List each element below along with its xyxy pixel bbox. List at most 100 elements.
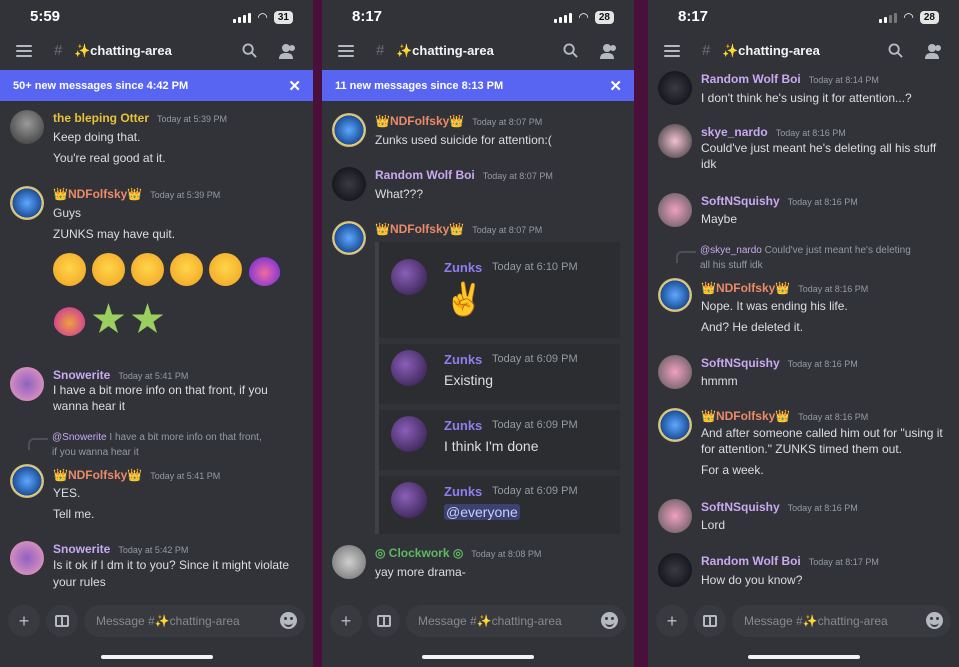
avatar[interactable] (10, 464, 44, 498)
message-composer: + Message #✨chatting-area (322, 605, 634, 639)
reply-connector (676, 251, 696, 263)
username[interactable]: Random Wolf Boi (701, 72, 801, 86)
message-input[interactable]: Message #✨chatting-area (406, 605, 626, 637)
avatar[interactable] (658, 124, 692, 158)
gift-button[interactable] (694, 605, 726, 637)
search-icon[interactable] (888, 43, 903, 58)
username[interactable]: 👑NDFolfsky👑 (53, 468, 142, 482)
close-icon[interactable]: ✕ (288, 77, 301, 95)
avatar[interactable] (658, 193, 692, 227)
star-emoji (131, 303, 164, 334)
timestamp: Today at 8:07 PM (472, 225, 543, 235)
avatar[interactable] (391, 259, 427, 295)
username[interactable]: Snowerite (53, 368, 110, 382)
username[interactable]: 👑NDFolfsky👑 (375, 222, 464, 236)
channel-header: # ✨chatting-area (0, 36, 313, 68)
username[interactable]: Snowerite (53, 542, 110, 556)
confetti-ball-emoji (53, 303, 86, 336)
username[interactable]: skye_nardo (701, 125, 768, 139)
avatar[interactable] (391, 482, 427, 518)
home-indicator[interactable] (747, 655, 860, 659)
avatar[interactable] (10, 541, 44, 575)
home-indicator[interactable] (422, 655, 534, 659)
username[interactable]: Zunks (444, 260, 482, 275)
avatar[interactable] (658, 499, 692, 533)
emoji-picker-icon[interactable] (926, 612, 943, 629)
reply-username[interactable]: @Snowerite (52, 432, 107, 443)
add-button[interactable]: + (656, 605, 688, 637)
reply-connector (28, 438, 48, 450)
avatar[interactable] (332, 545, 366, 579)
victory-hand-emoji: ✌️ (444, 281, 484, 317)
username[interactable]: SoftNSquishy (701, 194, 780, 208)
username[interactable]: Random Wolf Boi (375, 168, 475, 182)
search-icon[interactable] (242, 43, 257, 58)
avatar[interactable] (10, 367, 44, 401)
reply-preview[interactable]: @skye_nardo Could've just meant he's del… (700, 244, 951, 258)
avatar[interactable] (332, 113, 366, 147)
avatar[interactable] (658, 71, 692, 105)
message-text: for attention." ZUNKS timed them out. (701, 442, 903, 456)
emoji-picker-icon[interactable] (280, 612, 297, 629)
username[interactable]: ◎ Clockwork ◎ (375, 546, 463, 560)
members-icon[interactable] (600, 43, 618, 59)
avatar[interactable] (658, 355, 692, 389)
search-icon[interactable] (563, 43, 578, 58)
avatar[interactable] (658, 408, 692, 442)
members-icon[interactable] (279, 43, 297, 59)
username[interactable]: Zunks (444, 352, 482, 367)
forwarded-message: Zunks Today at 6:09 PM @everyone (379, 470, 620, 532)
avatar[interactable] (391, 416, 427, 452)
channel-hash-icon: # (54, 42, 63, 59)
channel-header: # ✨chatting-area (648, 36, 959, 68)
username[interactable]: Zunks (444, 418, 482, 433)
message-text: yay more drama- (375, 565, 466, 579)
avatar[interactable] (10, 186, 44, 220)
username[interactable]: 👑NDFolfsky👑 (375, 114, 464, 128)
status-bar: 5:59 ◠ 31 (0, 0, 313, 36)
username[interactable]: the bleping Otter (53, 111, 149, 125)
reply-username[interactable]: @skye_nardo (700, 245, 762, 256)
reply-preview[interactable]: @Snowerite I have a bit more info on tha… (52, 431, 305, 445)
phone-screen-2: 8:17 ◠ 28 # ✨chatting-area 11 new messag… (322, 0, 634, 667)
avatar[interactable] (10, 110, 44, 144)
confetti-ball-emoji (248, 253, 281, 286)
new-messages-banner[interactable]: 50+ new messages since 4:42 PM ✕ (0, 70, 313, 101)
username[interactable]: SoftNSquishy (701, 356, 780, 370)
avatar[interactable] (332, 167, 366, 201)
members-icon[interactable] (925, 43, 943, 59)
avatar[interactable] (391, 350, 427, 386)
gift-button[interactable] (46, 605, 78, 637)
message-input[interactable]: Message #✨chatting-area (732, 605, 951, 637)
avatar[interactable] (658, 553, 692, 587)
everyone-mention[interactable]: @everyone (444, 504, 520, 520)
menu-icon[interactable] (338, 45, 354, 57)
username[interactable]: 👑NDFolfsky👑 (701, 281, 790, 295)
gift-button[interactable] (368, 605, 400, 637)
message-input[interactable]: Message #✨chatting-area (84, 605, 305, 637)
battery-icon: 31 (273, 10, 293, 24)
new-messages-banner[interactable]: 11 new messages since 8:13 PM ✕ (322, 70, 634, 101)
close-icon[interactable]: ✕ (609, 77, 622, 95)
menu-icon[interactable] (16, 45, 32, 57)
add-button[interactable]: + (8, 605, 40, 637)
username[interactable]: Random Wolf Boi (701, 554, 801, 568)
emoji-picker-icon[interactable] (601, 612, 618, 629)
username[interactable]: 👑NDFolfsky👑 (53, 187, 142, 201)
username[interactable]: Zunks (444, 484, 482, 499)
reply-text-cont: if you wanna hear it (52, 447, 139, 458)
avatar[interactable] (332, 221, 366, 255)
username[interactable]: 👑NDFolfsky👑 (701, 409, 790, 423)
phone-screen-1: 5:59 ◠ 31 # ✨chatting-area 50+ new messa… (0, 0, 313, 667)
message-text: I think I'm done (444, 438, 539, 454)
username[interactable]: SoftNSquishy (701, 500, 780, 514)
menu-icon[interactable] (664, 45, 680, 57)
home-indicator[interactable] (100, 655, 213, 659)
timestamp: Today at 5:39 PM (150, 190, 221, 200)
avatar[interactable] (658, 278, 692, 312)
banner-text: 50+ new messages since 4:42 PM (13, 79, 189, 92)
status-time: 5:59 (30, 8, 61, 25)
partying-face-emoji (209, 253, 242, 286)
add-button[interactable]: + (330, 605, 362, 637)
message-text: Nope. It was ending his life. (701, 299, 848, 313)
